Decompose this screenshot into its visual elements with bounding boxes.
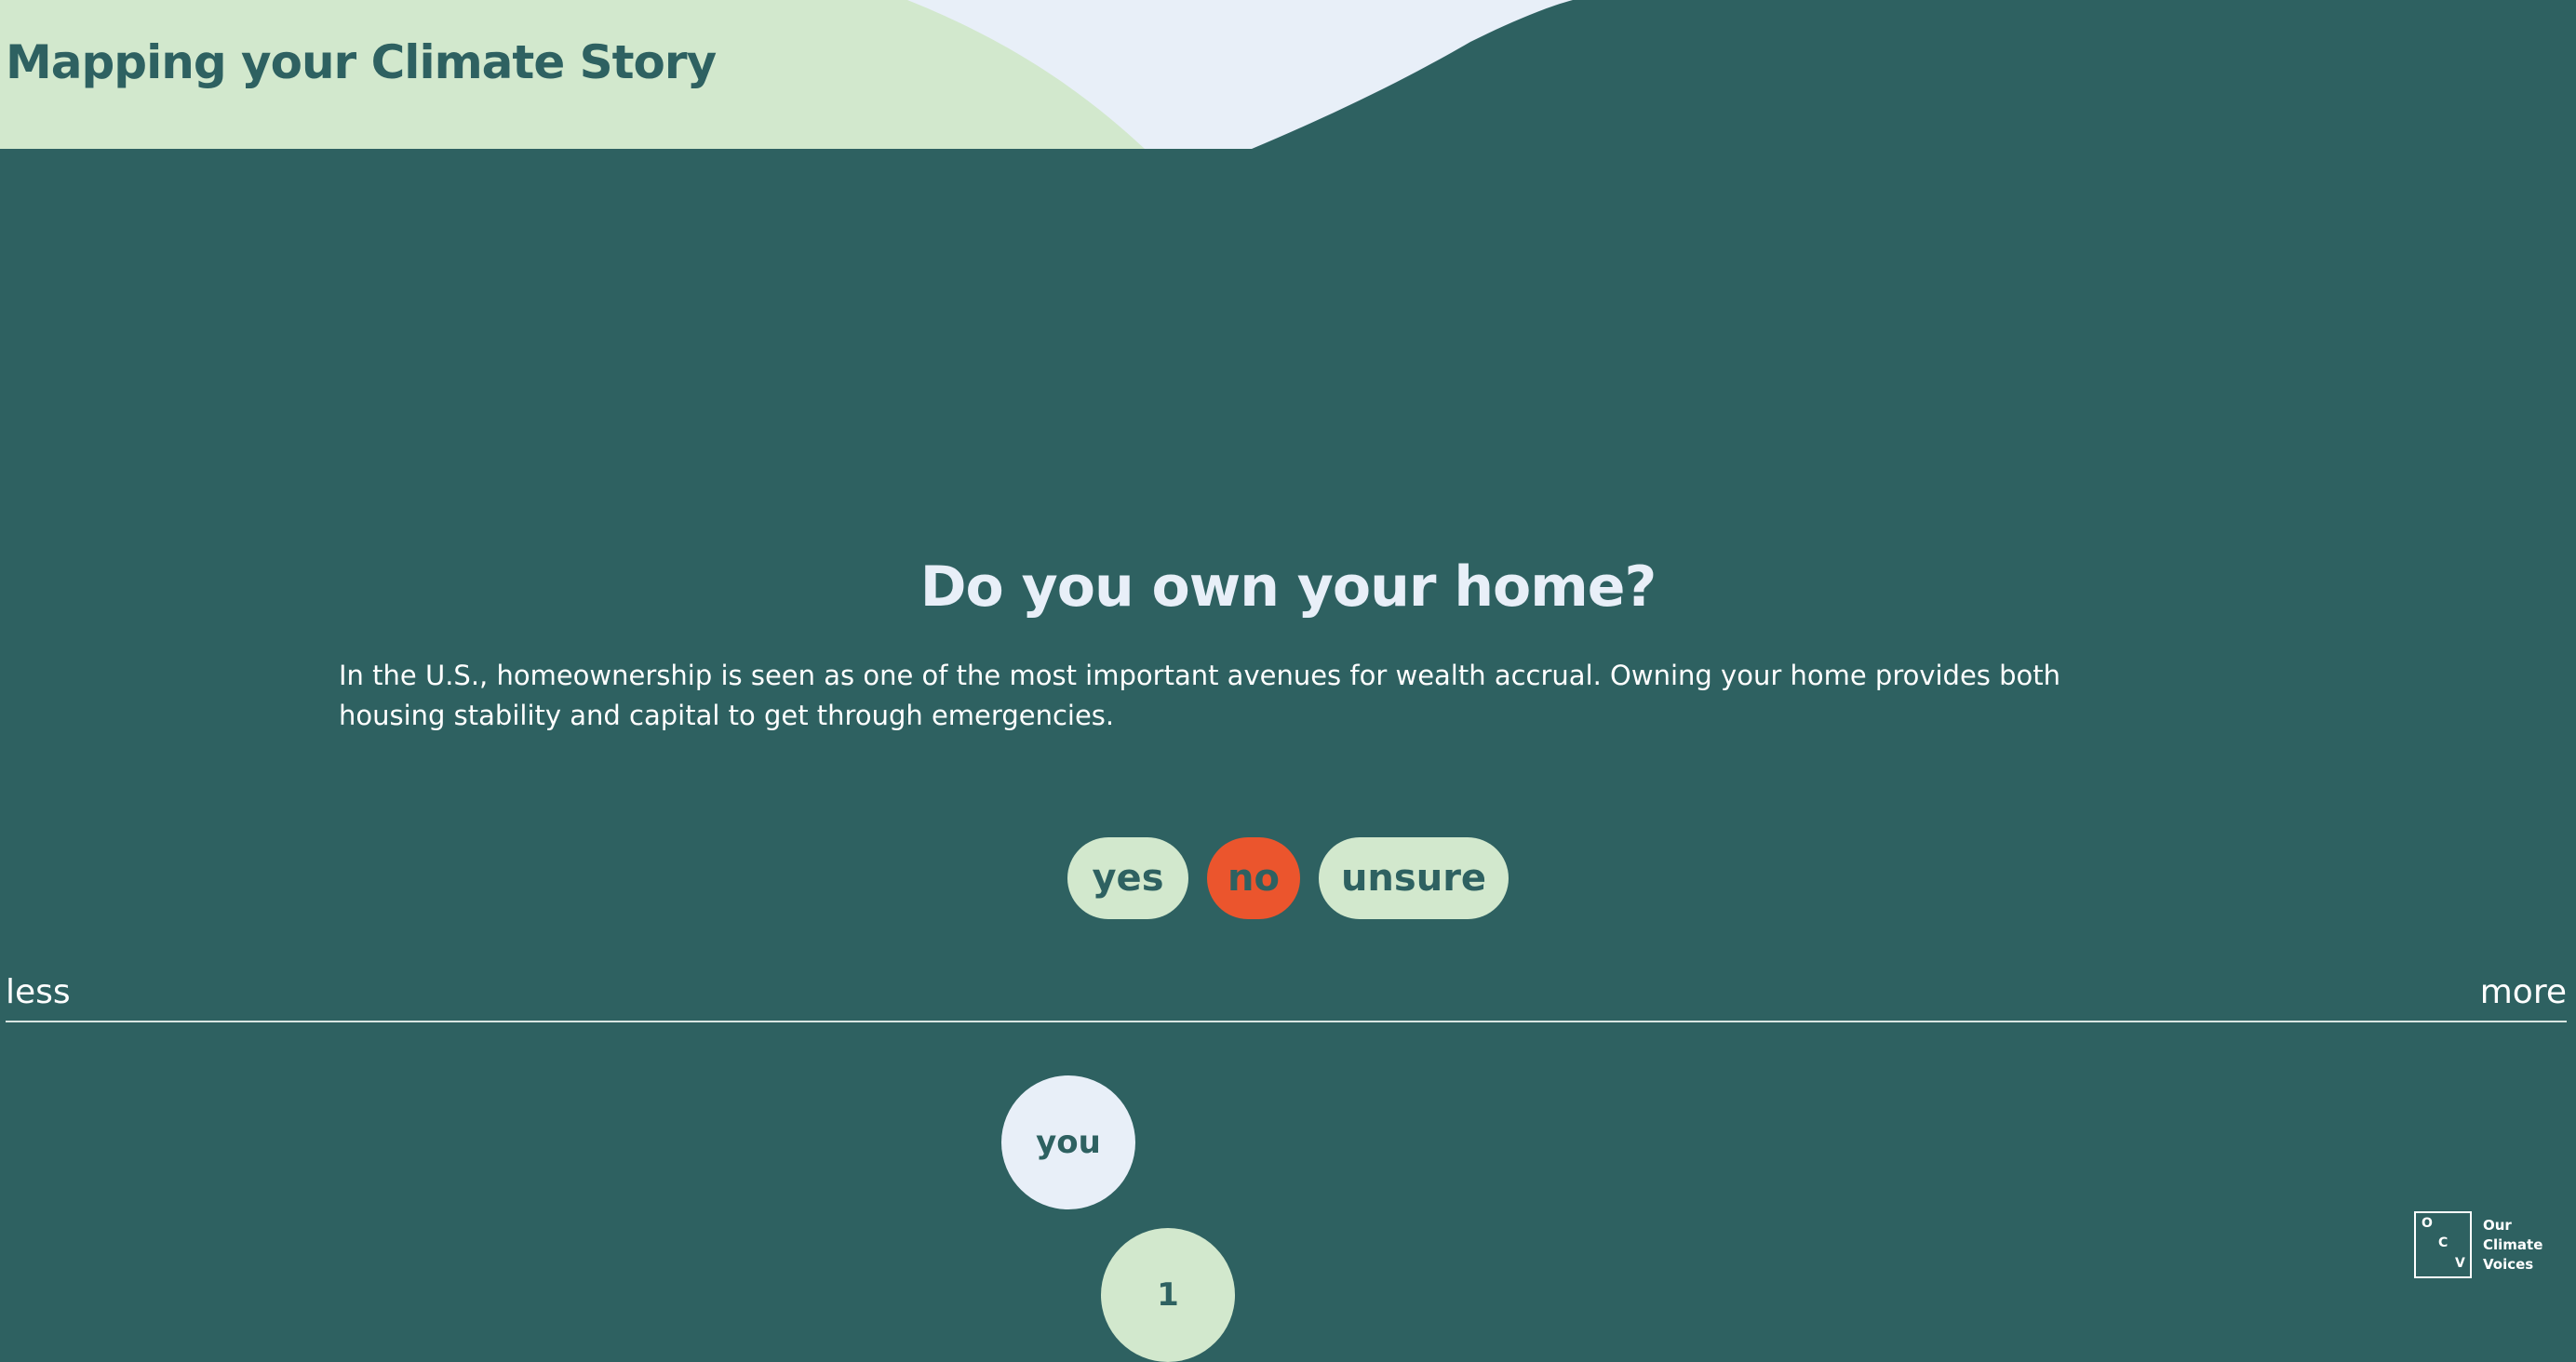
scale-less-label: less — [6, 973, 71, 1011]
logo-mark: O C V — [2414, 1211, 2472, 1278]
logo-letter: O — [2422, 1216, 2433, 1231]
question-description: In the U.S., homeownership is seen as on… — [339, 660, 2061, 731]
no-button[interactable]: no — [1207, 837, 1300, 919]
you-bubble: you — [1001, 1075, 1135, 1209]
scale-line — [6, 1021, 2567, 1022]
logo-letter: V — [2455, 1256, 2465, 1271]
logo-line: Our — [2483, 1216, 2512, 1234]
scale-more-label: more — [2479, 973, 2567, 1011]
page-title: Mapping your Climate Story — [6, 35, 717, 89]
unsure-button[interactable]: unsure — [1319, 837, 1509, 919]
yes-button[interactable]: yes — [1067, 837, 1188, 919]
answer-options: yes no unsure — [0, 837, 2576, 919]
logo-wordmark: Our Climate Voices — [2483, 1216, 2542, 1275]
logo-line: Voices — [2483, 1255, 2534, 1273]
our-climate-voices-logo[interactable]: O C V Our Climate Voices — [2414, 1211, 2542, 1278]
respondent-count-bubble: 1 — [1101, 1228, 1235, 1362]
you-bubble-label: you — [1036, 1124, 1101, 1161]
respondent-count-label: 1 — [1157, 1276, 1179, 1314]
logo-line: Climate — [2483, 1235, 2543, 1253]
question-title: Do you own your home? — [919, 554, 1657, 620]
logo-letter: C — [2438, 1235, 2449, 1250]
